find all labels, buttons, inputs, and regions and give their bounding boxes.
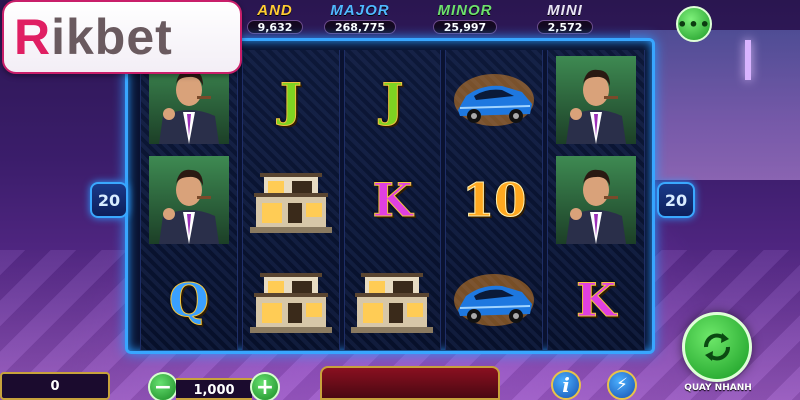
info-icon: i [562, 373, 570, 397]
letter-symbol: K [576, 273, 617, 328]
house-symbol-icon [351, 265, 433, 335]
jackpot-mini-title: MINI [547, 2, 583, 19]
jackpot-major: MAJOR 268,775 [315, 0, 405, 36]
jackpot-major-title: MAJOR [330, 2, 390, 19]
house-symbol-icon [250, 165, 332, 235]
plus-icon: + [255, 374, 275, 400]
letter-symbol: J [381, 73, 404, 128]
paylines-count-right: 20 [657, 182, 695, 218]
house-symbol-icon [250, 265, 332, 335]
reel-cell [548, 50, 644, 150]
win-panel: 0 [0, 372, 110, 400]
jackpot-mini-value: 2,572 [536, 20, 594, 34]
man-symbol-icon [556, 56, 636, 144]
lightning-icon: ⚡ [616, 375, 628, 395]
reel-cell [243, 250, 339, 350]
logo-letter-r: R [14, 9, 52, 65]
reel-cell [243, 150, 339, 250]
menu-button[interactable]: ••• [676, 6, 712, 42]
bet-amount: 1,000 [176, 378, 252, 400]
reel-cell: 10 [446, 150, 542, 250]
minus-icon: − [153, 374, 173, 400]
reel-2: J [241, 50, 340, 350]
car-symbol-icon [452, 270, 536, 330]
jackpot-minor-title: MINOR [437, 2, 493, 19]
letter-symbol: Q [168, 273, 209, 328]
win-value: 0 [50, 378, 60, 394]
jackpot-grand: AND 9,632 [240, 0, 310, 36]
reel-1: Q [140, 50, 238, 350]
letter-symbol: J [279, 73, 302, 128]
background-lamp [745, 40, 751, 80]
reel-cell: J [243, 50, 339, 150]
increase-bet-button[interactable]: + [250, 372, 280, 400]
ellipsis-icon: ••• [677, 14, 711, 34]
car-symbol-icon [452, 70, 536, 130]
reel-cell: Q [141, 250, 237, 350]
reel-cell [446, 250, 542, 350]
jackpot-major-value: 268,775 [323, 20, 397, 34]
jackpot-minor: MINOR 25,997 [420, 0, 510, 36]
paylines-count-left: 20 [90, 182, 128, 218]
reel-4: 10 [445, 50, 544, 350]
man-symbol-icon [556, 156, 636, 244]
reel-3: JK [343, 50, 442, 350]
logo-word: ikbet [51, 9, 173, 65]
turbo-button[interactable]: ⚡ [607, 370, 637, 400]
decrease-bet-button[interactable]: − [148, 372, 178, 400]
refresh-icon [704, 333, 730, 361]
reel-cell [141, 150, 237, 250]
reel-cell [548, 150, 644, 250]
reel-cell [345, 250, 441, 350]
auto-spin-label: QUAY NHANH [684, 383, 752, 393]
jackpot-minor-value: 25,997 [432, 20, 498, 34]
jackpot-mini: MINI 2,572 [520, 0, 610, 36]
jackpot-grand-value: 9,632 [246, 20, 304, 34]
jackpot-grand-title: AND [257, 2, 293, 19]
reels-grid: Q J J K 10 K [140, 50, 645, 350]
auto-spin-button[interactable] [682, 312, 752, 382]
rikbet-logo: Rikbet [2, 0, 242, 74]
reel-5: K [547, 50, 645, 350]
spin-button[interactable] [320, 366, 500, 400]
reel-cell: K [548, 250, 644, 350]
reel-cell: J [345, 50, 441, 150]
background-window [630, 30, 800, 180]
reel-cell [446, 50, 542, 150]
letter-symbol: 10 [462, 173, 527, 228]
man-symbol-icon [149, 156, 229, 244]
reel-cell: K [345, 150, 441, 250]
info-button[interactable]: i [551, 370, 581, 400]
letter-symbol: K [372, 173, 413, 228]
